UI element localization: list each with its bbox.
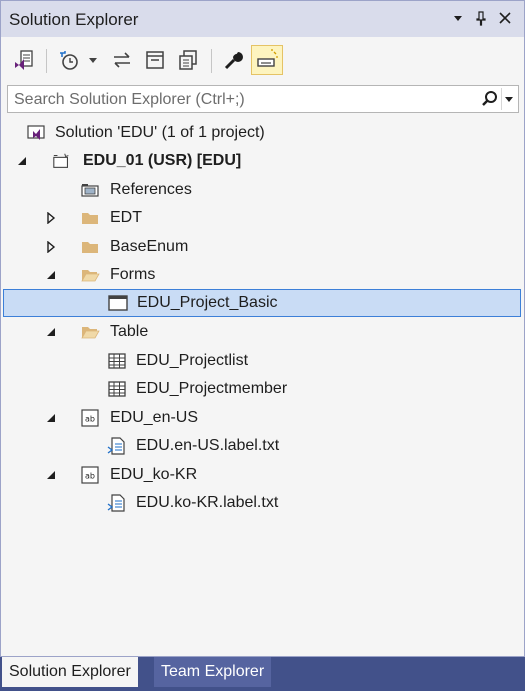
folder-icon: [80, 238, 100, 256]
open-folder-icon: [80, 323, 100, 341]
table-icon: [107, 380, 127, 398]
expanded-arrow-icon[interactable]: [45, 268, 57, 282]
search-options-dropdown[interactable]: [501, 88, 516, 110]
history-button[interactable]: [56, 47, 82, 73]
expanded-arrow-icon[interactable]: [45, 411, 57, 425]
svg-text:ab: ab: [85, 415, 95, 424]
history-dropdown-button[interactable]: [86, 47, 100, 73]
vs-document-button[interactable]: [11, 47, 37, 73]
expanded-arrow-icon[interactable]: [16, 154, 28, 168]
tree-item-label: EDU.en-US.label.txt: [136, 437, 280, 454]
properties-button[interactable]: [220, 47, 246, 73]
tree-item-references[interactable]: References: [3, 176, 521, 204]
form-icon: [108, 294, 128, 312]
preview-selected-button[interactable]: [251, 45, 283, 75]
tab-team-explorer[interactable]: Team Explorer: [154, 657, 272, 687]
bottom-tab-bar: Solution Explorer Team Explorer: [0, 657, 525, 691]
tree-item-label: EDU_01 (USR) [EDU]: [83, 152, 242, 169]
tree-item-label: EDU_Project_Basic: [137, 294, 278, 311]
preview-icon: [257, 49, 278, 67]
tree-item-label: BaseEnum: [110, 238, 189, 255]
solution-explorer-panel: Solution Explorer Search Solution Explor…: [0, 0, 525, 657]
chevron-down-icon: [89, 58, 97, 63]
solution-icon: [26, 124, 46, 142]
open-folder-icon: [80, 266, 100, 284]
vs-document-icon: [15, 50, 33, 70]
tree-item-label: EDU_Projectmember: [136, 380, 288, 397]
pin-icon[interactable]: [475, 9, 487, 32]
window-title: Solution Explorer: [9, 10, 139, 29]
tree-item-label: Table: [110, 323, 149, 340]
close-icon[interactable]: [498, 9, 512, 32]
tree-item-label: Forms: [110, 266, 156, 283]
window-position-dropdown-icon[interactable]: [452, 9, 464, 32]
tree-item-table[interactable]: Table: [3, 318, 521, 346]
copy-view-icon: [179, 50, 197, 70]
search-input[interactable]: [12, 88, 471, 112]
title-bar: Solution Explorer: [1, 1, 524, 37]
text-file-icon: [107, 437, 127, 455]
collapse-all-icon: [146, 51, 164, 69]
tree-item-label-file-en-us[interactable]: ab EDU_en-US: [3, 404, 521, 432]
tree-item-label: EDU_Projectlist: [136, 352, 249, 369]
tree-item-en-us-label-txt[interactable]: EDU.en-US.label.txt: [3, 432, 521, 460]
tab-solution-explorer[interactable]: Solution Explorer: [2, 657, 138, 687]
tree-item-label: References: [110, 181, 192, 198]
tree-item-label: EDU.ko-KR.label.txt: [136, 494, 279, 511]
toolbar-separator: [46, 49, 47, 73]
label-resource-icon: ab: [80, 466, 100, 484]
svg-text:ab: ab: [85, 472, 95, 481]
search-box: [7, 85, 519, 113]
tree-item-edt[interactable]: EDT: [3, 204, 521, 232]
expanded-arrow-icon[interactable]: [45, 468, 57, 482]
collapse-all-button[interactable]: [142, 47, 168, 73]
copy-view-button[interactable]: [175, 47, 201, 73]
toolbar-separator: [211, 49, 212, 73]
table-icon: [107, 352, 127, 370]
tree-item-ko-kr-label-txt[interactable]: EDU.ko-KR.label.txt: [3, 489, 521, 517]
tree-item-solution[interactable]: Solution 'EDU' (1 of 1 project): [3, 119, 521, 147]
tree-item-label: EDU_ko-KR: [110, 466, 198, 483]
collapsed-arrow-icon[interactable]: [45, 240, 57, 254]
tree-item-label-file-ko-kr[interactable]: ab EDU_ko-KR: [3, 461, 521, 489]
tree-item-baseenum[interactable]: BaseEnum: [3, 233, 521, 261]
tree-item-table-edu-projectlist[interactable]: EDU_Projectlist: [3, 347, 521, 375]
expanded-arrow-icon[interactable]: [45, 325, 57, 339]
history-icon: [60, 51, 78, 70]
tree-item-form-edu-project-basic[interactable]: EDU_Project_Basic: [3, 289, 521, 317]
references-icon: [80, 181, 100, 199]
text-file-icon: [107, 494, 127, 512]
tree-item-forms[interactable]: Forms: [3, 261, 521, 289]
project-icon: [52, 152, 72, 170]
wrench-icon: [224, 52, 243, 70]
chevron-down-icon: [505, 97, 513, 102]
tree-item-label: EDT: [110, 209, 142, 226]
tree-item-label: EDU_en-US: [110, 409, 199, 426]
collapsed-arrow-icon[interactable]: [45, 211, 57, 225]
toolbar: [1, 37, 524, 83]
search-icon[interactable]: [479, 88, 501, 110]
sync-icon: [114, 52, 130, 68]
tree-item-label: Solution 'EDU' (1 of 1 project): [55, 124, 265, 141]
tree-item-project[interactable]: EDU_01 (USR) [EDU]: [3, 147, 521, 175]
folder-icon: [80, 209, 100, 227]
label-resource-icon: ab: [80, 409, 100, 427]
sync-button[interactable]: [109, 47, 135, 73]
tree-item-table-edu-projectmember[interactable]: EDU_Projectmember: [3, 375, 521, 403]
